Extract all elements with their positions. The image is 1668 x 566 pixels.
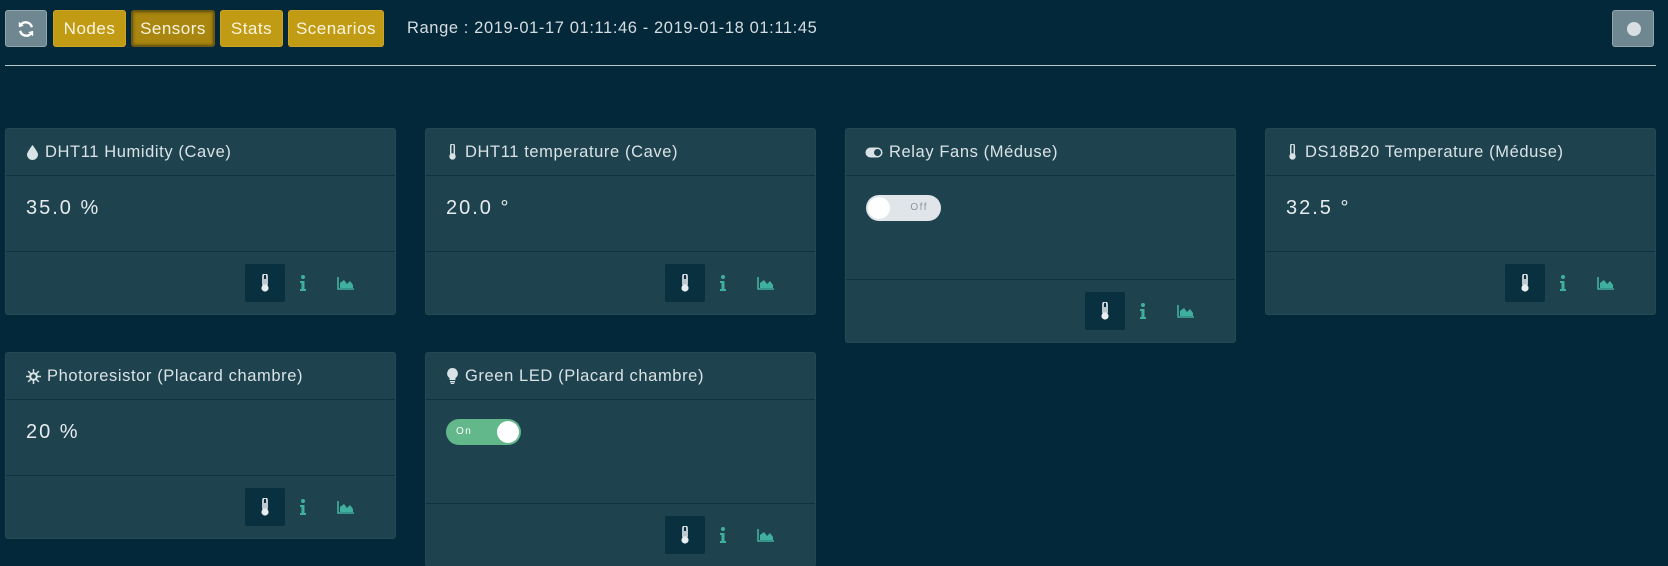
info-button[interactable] [711, 516, 735, 554]
card-title: Green LED (Placard chambre) [465, 366, 705, 385]
sensor-card-temperature-cave: DHT11 temperature (Cave) 20.0 ° [426, 129, 815, 314]
sensor-value: 35.0 % [26, 197, 101, 219]
info-icon [300, 499, 306, 515]
thermometer-icon [681, 526, 689, 544]
card-title: Relay Fans (Méduse) [889, 142, 1059, 161]
sensor-card-ds18b20: DS18B20 Temperature (Méduse) 32.5 ° [1266, 129, 1655, 314]
sensor-value: 20.0 ° [446, 197, 511, 219]
thermometer-icon [681, 274, 689, 292]
divider [5, 65, 1656, 66]
area-chart-icon [757, 529, 774, 542]
sensor-card-humidity: DHT11 Humidity (Cave) 35.0 % [6, 129, 395, 314]
status-dot-icon [1627, 22, 1641, 36]
nav-scenarios-button[interactable]: Scenarios [288, 10, 384, 47]
status-button[interactable] [1612, 10, 1654, 47]
thermometer-button[interactable] [1085, 292, 1125, 330]
led-toggle-switch[interactable]: On [446, 419, 521, 445]
chart-button[interactable] [1593, 264, 1619, 302]
thermometer-button[interactable] [665, 516, 705, 554]
chart-button[interactable] [753, 264, 779, 302]
info-button[interactable] [291, 264, 315, 302]
card-title: DHT11 Humidity (Cave) [45, 142, 232, 161]
toggle-knob [868, 197, 890, 219]
bulb-icon [445, 368, 459, 384]
nav-stats-button[interactable]: Stats [220, 10, 283, 47]
info-icon [720, 275, 726, 291]
nav-sensors-button[interactable]: Sensors [131, 10, 215, 47]
card-title: DS18B20 Temperature (Méduse) [1305, 142, 1564, 161]
thermometer-icon [445, 144, 459, 160]
info-button[interactable] [1131, 292, 1155, 330]
info-button[interactable] [711, 264, 735, 302]
thermometer-button[interactable] [1505, 264, 1545, 302]
thermometer-button[interactable] [245, 264, 285, 302]
thermometer-icon [1101, 302, 1109, 320]
info-icon [300, 275, 306, 291]
thermometer-button[interactable] [665, 264, 705, 302]
refresh-button[interactable] [5, 10, 47, 47]
info-button[interactable] [291, 488, 315, 526]
thermometer-icon [1521, 274, 1529, 292]
thermometer-button[interactable] [245, 488, 285, 526]
thermometer-icon [261, 498, 269, 516]
info-button[interactable] [1551, 264, 1575, 302]
sensor-value: 32.5 ° [1286, 197, 1351, 219]
nav-nodes-button[interactable]: Nodes [53, 10, 126, 47]
toggle-state-label: Off [910, 202, 928, 213]
sensor-card-relay-fans: Relay Fans (Méduse) Off [846, 129, 1235, 342]
area-chart-icon [757, 277, 774, 290]
toggle-state-label: On [456, 426, 473, 437]
toggle-knob [497, 421, 519, 443]
sensor-card-green-led: Green LED (Placard chambre) On [426, 353, 815, 566]
info-icon [720, 527, 726, 543]
area-chart-icon [1177, 305, 1194, 318]
refresh-icon [18, 20, 34, 37]
area-chart-icon [337, 277, 354, 290]
sensor-value: 20 % [26, 421, 80, 443]
chart-button[interactable] [753, 516, 779, 554]
chart-button[interactable] [1173, 292, 1199, 330]
toolbar: Nodes Sensors Stats Scenarios Range : 20… [5, 10, 1668, 47]
date-range-text: Range : 2019-01-17 01:11:46 - 2019-01-18… [407, 19, 818, 37]
area-chart-icon [1597, 277, 1614, 290]
card-title: Photoresistor (Placard chambre) [47, 366, 304, 385]
chart-button[interactable] [333, 264, 359, 302]
area-chart-icon [337, 501, 354, 514]
sun-icon [25, 368, 41, 384]
toggle-icon [865, 144, 883, 160]
thermometer-icon [1285, 144, 1299, 160]
info-icon [1140, 303, 1146, 319]
droplet-icon [25, 144, 39, 160]
sensor-card-photoresistor: Photoresistor (Placard chambre) 20 % [6, 353, 395, 538]
chart-button[interactable] [333, 488, 359, 526]
card-title: DHT11 temperature (Cave) [465, 142, 679, 161]
relay-toggle-switch[interactable]: Off [866, 195, 941, 221]
info-icon [1560, 275, 1566, 291]
thermometer-icon [261, 274, 269, 292]
